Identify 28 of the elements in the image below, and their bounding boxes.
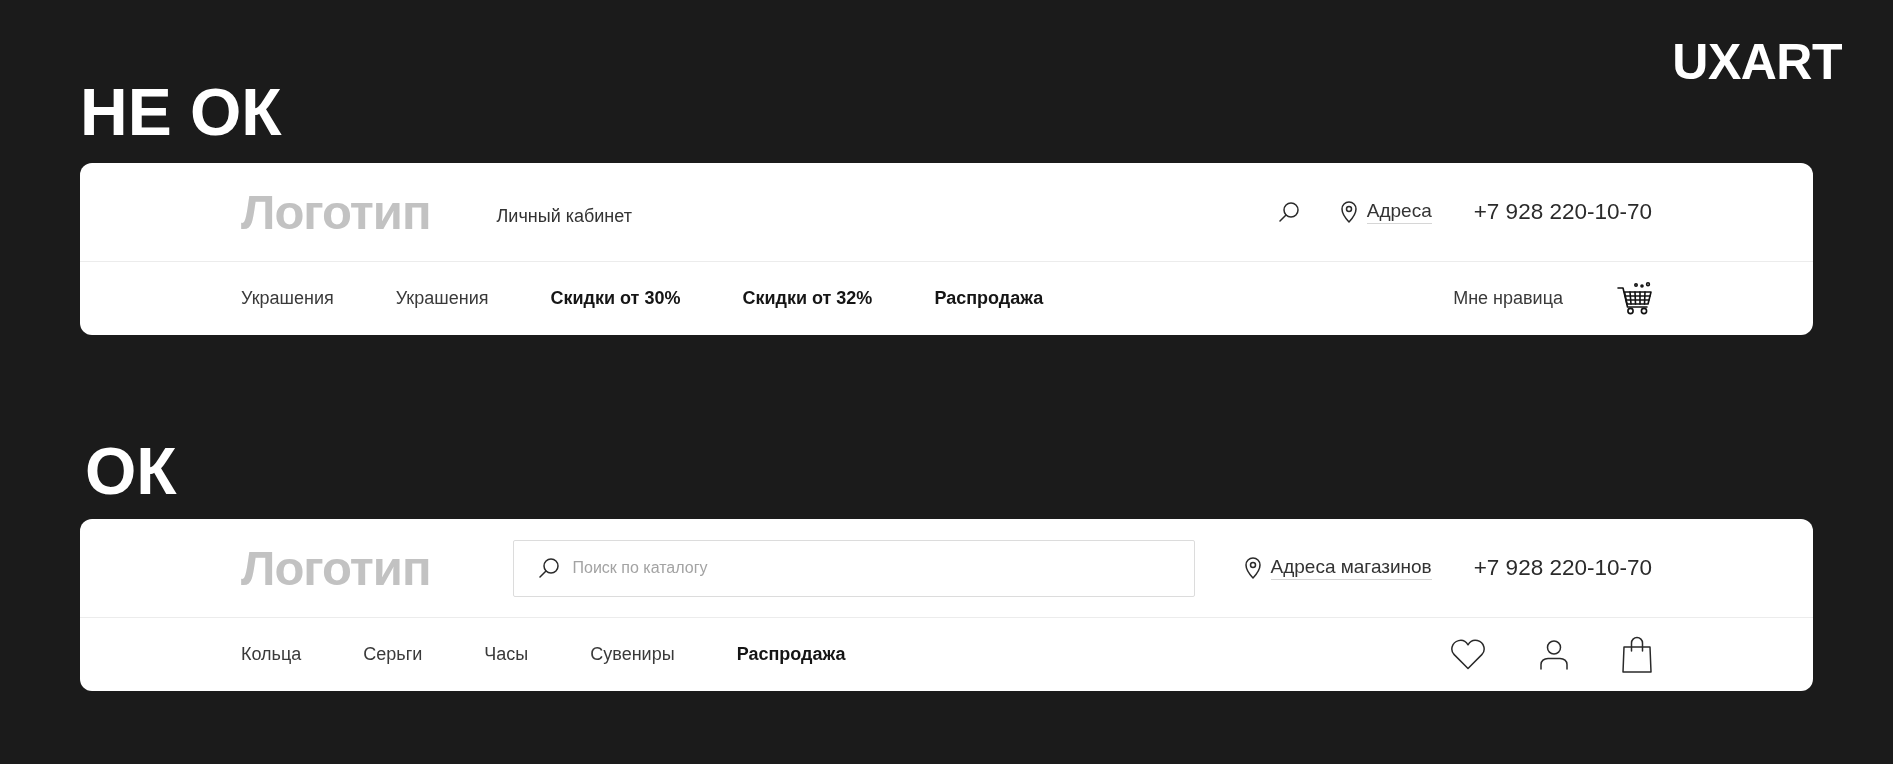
user-icon[interactable] — [1540, 639, 1568, 670]
verdict-heading: НЕ ОК — [80, 79, 282, 145]
menu-link[interactable]: Скидки от 30% — [550, 285, 681, 312]
menu-link[interactable]: Распродажа — [736, 641, 846, 668]
search-icon[interactable] — [1278, 202, 1299, 222]
verdict-heading: ОК — [84, 438, 177, 504]
cart-icon[interactable] — [1617, 282, 1652, 315]
bag-icon[interactable] — [1622, 636, 1652, 673]
search-field[interactable]: Поиск по каталогу — [512, 539, 1195, 597]
phone-number[interactable]: +7 928 220-10-70 — [1473, 195, 1652, 229]
phone-number[interactable]: +7 928 220-10-70 — [1473, 551, 1652, 585]
menu-link[interactable]: Украшения — [241, 285, 334, 312]
search-icon — [538, 557, 559, 578]
favorites-link[interactable]: Мне нравица — [1453, 285, 1563, 312]
menu-link[interactable]: Сувениры — [590, 641, 675, 668]
menu-link[interactable]: Распродажа — [934, 285, 1044, 312]
menu-link[interactable]: Скидки от 32% — [742, 285, 873, 312]
menu-link[interactable]: Кольца — [241, 641, 302, 668]
menu-link[interactable]: Украшения — [395, 285, 489, 312]
heart-icon[interactable] — [1450, 639, 1486, 670]
location-pin-icon — [1244, 557, 1261, 579]
brand-logo: UXART — [1672, 37, 1842, 87]
account-link[interactable]: Личный кабинет — [496, 194, 632, 230]
location-pin-icon — [1340, 201, 1357, 223]
menu-link[interactable]: Часы — [484, 641, 529, 668]
address-link[interactable]: Адреса магазинов — [1270, 556, 1432, 580]
address-link[interactable]: Адреса — [1366, 200, 1432, 224]
menu-link[interactable]: Серьги — [363, 641, 423, 668]
